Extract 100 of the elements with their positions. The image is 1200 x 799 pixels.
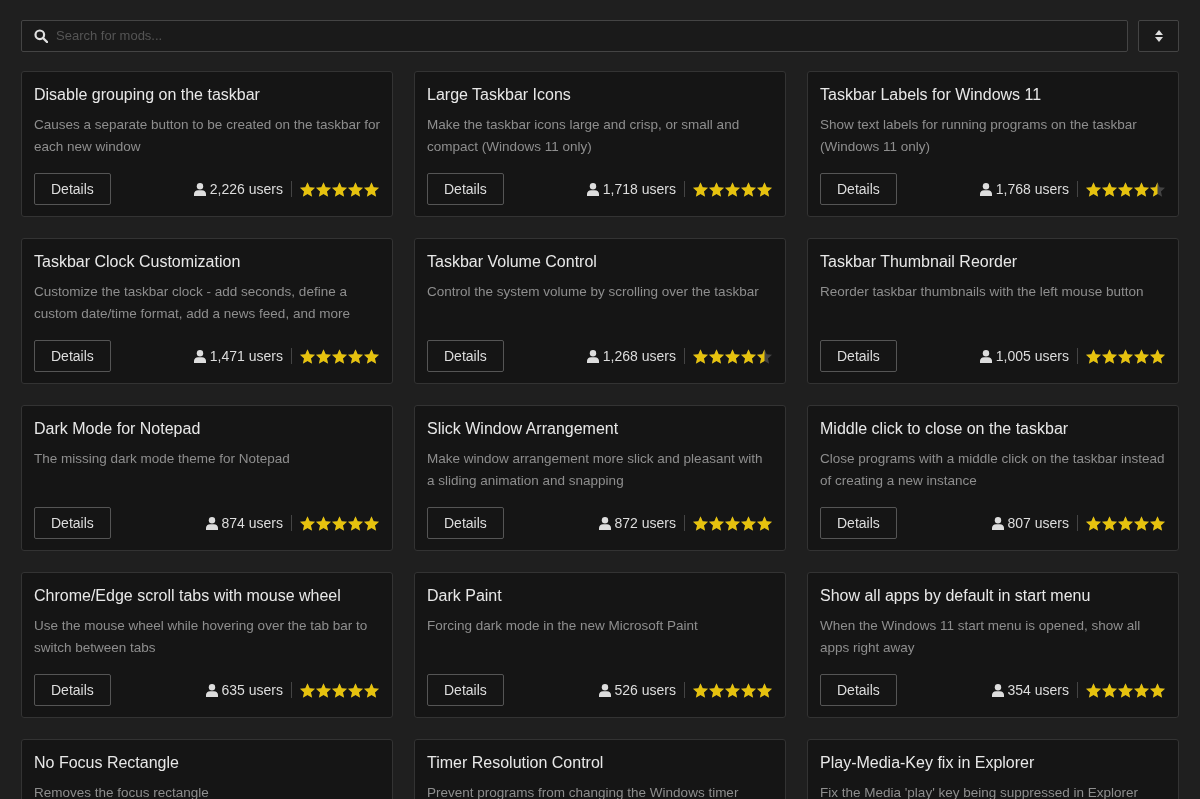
star-icon	[332, 515, 347, 531]
user-count: 1,768 users	[995, 179, 1069, 199]
star-icon	[693, 181, 708, 197]
user-icon	[598, 683, 611, 697]
star-icon	[348, 348, 363, 364]
star-icon	[1118, 181, 1133, 197]
details-button[interactable]: Details	[34, 674, 111, 706]
mod-description: When the Windows 11 start menu is opened, show all apps right away	[820, 617, 1142, 657]
star-icon	[348, 515, 363, 531]
star-icon	[1118, 348, 1133, 364]
user-icon	[979, 182, 992, 196]
search-field[interactable]: Search for mods...	[21, 20, 1128, 52]
details-button[interactable]: Details	[427, 173, 504, 205]
mod-title: Disable grouping on the taskbar	[34, 85, 261, 105]
mod-description: Customize the taskbar clock - add seconds, define a custom date/time format, add a news feed, and more	[34, 283, 351, 323]
mod-title: Slick Window Arrangement	[427, 419, 620, 439]
star-icon	[725, 682, 740, 698]
details-button[interactable]: Details	[427, 340, 504, 372]
star-icon	[364, 348, 379, 364]
mod-title: Large Taskbar Icons	[427, 85, 572, 105]
details-button[interactable]: Details	[427, 674, 504, 706]
details-button[interactable]: Details	[820, 173, 897, 205]
user-count: 872 users	[614, 513, 676, 533]
star-icon	[316, 515, 331, 531]
search-input[interactable]: Search for mods...	[56, 26, 1115, 46]
mod-title: Dark Mode for Notepad	[34, 419, 202, 439]
star-icon	[364, 682, 379, 698]
mod-description: Forcing dark mode in the new Microsoft Paint	[427, 617, 699, 635]
star-icon	[300, 682, 315, 698]
mod-description: Make the taskbar icons large and crisp, or small and compact (Windows 11 only)	[427, 116, 741, 156]
mod-description: Removes the focus rectangle	[34, 784, 210, 799]
mod-description: Fix the Media 'play' key being suppressed in Explorer	[820, 784, 1140, 799]
star-icon	[1086, 181, 1101, 197]
star-icon	[1150, 348, 1165, 364]
mod-title: Chrome/Edge scroll tabs with mouse wheel	[34, 586, 342, 606]
details-button[interactable]: Details	[34, 507, 111, 539]
search-icon	[34, 29, 48, 43]
star-icon	[316, 682, 331, 698]
star-icon	[1086, 348, 1101, 364]
star-icon	[741, 181, 756, 197]
star-icon	[1118, 682, 1133, 698]
mod-title: Dark Paint	[427, 586, 503, 606]
user-count: 874 users	[221, 513, 283, 533]
user-count: 635 users	[221, 680, 283, 700]
user-count: 1,718 users	[602, 179, 676, 199]
details-button[interactable]: Details	[34, 173, 111, 205]
star-icon	[693, 348, 708, 364]
star-icon	[709, 181, 724, 197]
star-icon	[316, 348, 331, 364]
star-icon	[364, 515, 379, 531]
mod-description: Close programs with a middle click on the taskbar instead of creating a new instance	[820, 450, 1166, 490]
user-count: 2,226 users	[209, 179, 283, 199]
star-icon	[709, 515, 724, 531]
user-count: 807 users	[1007, 513, 1069, 533]
user-icon	[598, 516, 611, 530]
user-icon	[193, 182, 206, 196]
user-icon	[205, 683, 218, 697]
star-icon	[741, 348, 756, 364]
details-button[interactable]: Details	[820, 674, 897, 706]
mod-description: Make window arrangement more slick and pleasant with a sliding animation and snapping	[427, 450, 764, 490]
mod-description: Control the system volume by scrolling over the taskbar	[427, 283, 760, 301]
mod-title: Middle click to close on the taskbar	[820, 419, 1070, 439]
mod-description: Show text labels for running programs on the taskbar (Windows 11 only)	[820, 116, 1138, 156]
star-icon	[725, 348, 740, 364]
star-icon	[1150, 515, 1165, 531]
mod-title: Show all apps by default in start menu	[820, 586, 1092, 606]
details-button[interactable]: Details	[427, 507, 504, 539]
mod-title: Play-Media-Key fix in Explorer	[820, 753, 1036, 773]
star-icon	[1134, 682, 1149, 698]
sort-button[interactable]	[1138, 20, 1179, 52]
star-icon	[1102, 181, 1117, 197]
mod-title: Taskbar Labels for Windows 11	[820, 85, 1043, 105]
star-icon	[741, 682, 756, 698]
star-icon	[709, 348, 724, 364]
star-icon	[1102, 348, 1117, 364]
details-button[interactable]: Details	[34, 340, 111, 372]
star-icon	[757, 181, 772, 197]
star-icon	[300, 181, 315, 197]
user-icon	[991, 516, 1004, 530]
user-icon	[586, 182, 599, 196]
star-icon	[1086, 682, 1101, 698]
user-icon	[991, 683, 1004, 697]
sort-icon	[1154, 30, 1163, 42]
user-count: 1,268 users	[602, 346, 676, 366]
mod-description: Prevent programs from changing the Windows timer	[427, 784, 740, 799]
user-icon	[586, 349, 599, 363]
star-icon	[332, 181, 347, 197]
details-button[interactable]: Details	[820, 507, 897, 539]
star-icon	[693, 682, 708, 698]
mod-description: The missing dark mode theme for Notepad	[34, 450, 291, 468]
star-icon	[348, 682, 363, 698]
mod-description: Use the mouse wheel while hovering over the tab bar to switch between tabs	[34, 617, 369, 657]
user-count: 526 users	[614, 680, 676, 700]
star-icon	[1134, 181, 1149, 197]
mod-title: Taskbar Clock Customization	[34, 252, 242, 272]
star-icon	[1150, 682, 1165, 698]
user-count: 1,005 users	[995, 346, 1069, 366]
details-button[interactable]: Details	[820, 340, 897, 372]
user-count: 1,471 users	[209, 346, 283, 366]
star-icon	[725, 515, 740, 531]
